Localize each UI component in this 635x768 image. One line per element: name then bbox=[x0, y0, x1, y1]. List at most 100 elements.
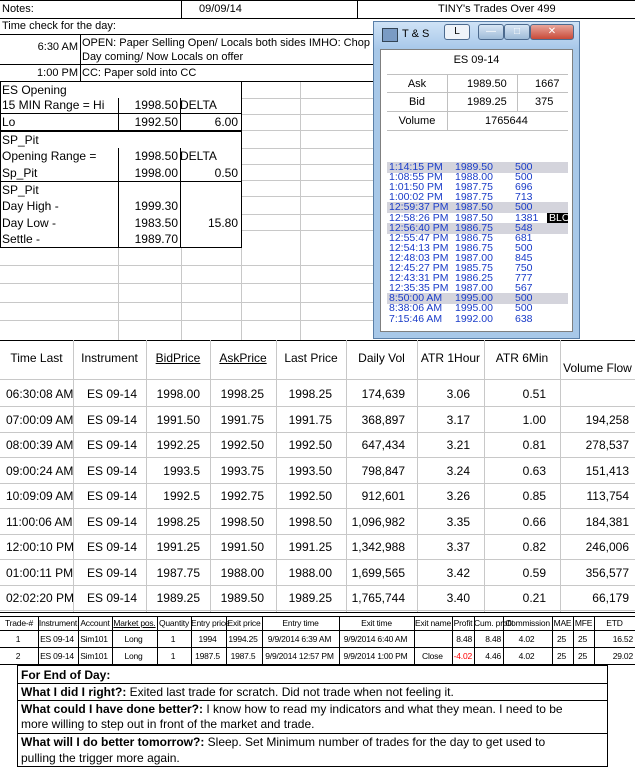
grid-line bbox=[300, 82, 301, 340]
tape-row[interactable]: 7:15:46 AM 1992.00 638 bbox=[387, 313, 568, 325]
day-high-label: Day High - bbox=[2, 199, 59, 213]
price-cell: 3.42 bbox=[446, 565, 470, 580]
price-cell: 1998.00 bbox=[156, 387, 200, 401]
trade-cell-entry-price: 1994 bbox=[198, 634, 217, 644]
trade-column-divider bbox=[226, 616, 227, 664]
price-cell: 0.63 bbox=[522, 463, 546, 478]
maximize-icon[interactable]: □ bbox=[504, 24, 530, 40]
quote-divider bbox=[517, 74, 518, 112]
eod-divider bbox=[17, 683, 608, 684]
column-divider bbox=[417, 340, 418, 612]
header-volume-flow: Volume Flow bbox=[563, 361, 632, 375]
price-cell: 1992.50 bbox=[220, 438, 264, 452]
trade-row-border bbox=[0, 647, 635, 648]
sp-pit-delta: 0.50 bbox=[214, 166, 238, 180]
price-cell: 11:00:06 AM bbox=[6, 514, 73, 529]
trade-header-commission: Commission bbox=[505, 618, 550, 628]
trade-cell-exit-time: 9/9/2014 6:40 AM bbox=[343, 634, 408, 644]
price-cell: 278,537 bbox=[585, 438, 629, 452]
header-bid-price: BidPrice bbox=[155, 351, 201, 365]
price-cell: ES 09-14 bbox=[87, 591, 138, 605]
row-border bbox=[0, 457, 635, 458]
eod-question-2: What could I have done better?: bbox=[21, 702, 204, 716]
price-cell: 3.26 bbox=[446, 489, 470, 503]
grid-line bbox=[241, 230, 373, 231]
trade-header-entry-time: Entry time bbox=[282, 618, 319, 628]
price-cell: 1991.50 bbox=[220, 540, 264, 554]
header-daily-vol: Daily Vol bbox=[358, 351, 405, 365]
trade-cell-cum-profit: 8.48 bbox=[485, 634, 501, 644]
grid-line bbox=[0, 320, 373, 321]
grid-line bbox=[181, 248, 182, 340]
header-instrument: Instrument bbox=[81, 351, 138, 365]
trade-header-profit: Profit bbox=[453, 618, 473, 628]
price-cell: 0.21 bbox=[522, 591, 546, 605]
range-hi: 1998.50 bbox=[134, 98, 178, 112]
day-low-label: Day Low - bbox=[2, 216, 57, 230]
price-cell: 1.00 bbox=[522, 412, 546, 427]
trade-header-mfe: MFE bbox=[574, 618, 593, 628]
price-cell: 09:00:24 AM bbox=[6, 463, 74, 478]
row-border bbox=[0, 559, 635, 560]
header-last-price: Last Price bbox=[284, 351, 338, 365]
range-label: 15 MIN Range = Hi bbox=[2, 98, 105, 112]
price-cell: 184,381 bbox=[585, 514, 629, 529]
time-and-sales-window[interactable]: T & S L — □ ✕ ES 09-14 Ask 1989.50 1667 … bbox=[373, 21, 580, 339]
price-cell: 10:09:09 AM bbox=[6, 489, 74, 503]
trade-cell-profit: 8.48 bbox=[456, 634, 472, 644]
eod-q2-line: What could I have done better?: I know h… bbox=[21, 702, 563, 716]
range-lo: 1992.50 bbox=[134, 115, 178, 129]
close-icon[interactable]: ✕ bbox=[530, 24, 574, 40]
header-time-last: Time Last bbox=[10, 351, 63, 365]
grid-line bbox=[241, 130, 373, 131]
column-divider bbox=[484, 340, 485, 612]
header-atr-1hour: ATR 1Hour bbox=[420, 351, 481, 365]
price-cell: 07:00:09 AM bbox=[6, 412, 74, 427]
trade-header-mae: MAE bbox=[553, 618, 572, 628]
minimize-icon[interactable]: — bbox=[478, 24, 504, 40]
grid-line bbox=[241, 98, 373, 99]
trade-column-divider bbox=[474, 616, 475, 664]
box-divider bbox=[118, 98, 119, 130]
price-cell: 0.82 bbox=[522, 540, 546, 554]
ts-title-bar[interactable]: T & S L — □ ✕ bbox=[374, 22, 579, 48]
trade-header-market-pos: Market pos. bbox=[113, 618, 156, 628]
link-button[interactable]: L bbox=[444, 24, 470, 40]
trade-column-divider bbox=[112, 616, 113, 664]
bid-label: Bid bbox=[409, 96, 425, 108]
box-divider bbox=[180, 98, 181, 130]
eod-question-1: What I did I right?: bbox=[21, 685, 127, 699]
column-divider bbox=[560, 340, 561, 612]
trade-header-instrument: Instrument bbox=[38, 618, 78, 628]
price-cell: 1993.50 bbox=[288, 463, 332, 478]
grid-line bbox=[241, 214, 373, 215]
price-cell: 3.17 bbox=[446, 412, 470, 427]
tape-list[interactable]: 1:14:15 PM 1989.50 500 1:08:55 PM 1988.00 500… bbox=[387, 162, 568, 326]
price-cell: 1,699,565 bbox=[351, 565, 405, 580]
price-cell: 1991.75 bbox=[220, 412, 264, 427]
price-cell: 1988.00 bbox=[220, 565, 264, 580]
price-cell: ES 09-14 bbox=[87, 540, 138, 554]
row-border bbox=[0, 406, 635, 407]
eod-answer-1: Exited last trade for scratch. Did not t… bbox=[126, 685, 454, 699]
trade-cell-trade-num: 1 bbox=[15, 634, 21, 644]
price-cell: 356,577 bbox=[585, 565, 629, 580]
grid-line bbox=[241, 196, 373, 197]
eod-divider bbox=[17, 700, 608, 701]
trade-cell-profit: -4.02 bbox=[453, 651, 473, 661]
row-border bbox=[0, 431, 635, 433]
notes-time-divider bbox=[80, 34, 81, 82]
box-divider bbox=[118, 148, 119, 247]
trade-header-trade-num: Trade-# bbox=[4, 618, 34, 628]
trade-cell-entry-time: 9/9/2014 12:57 PM bbox=[265, 651, 334, 661]
trade-cell-cum-profit: 4.46 bbox=[485, 651, 501, 661]
ts-window-title: T & S bbox=[402, 28, 430, 40]
day-low-value: 1983.50 bbox=[134, 216, 178, 230]
opening-range-label: Opening Range = bbox=[2, 149, 97, 163]
trade-header-exit-price: Exit price bbox=[227, 618, 261, 628]
price-cell: 647,434 bbox=[361, 438, 405, 452]
table-border bbox=[0, 340, 635, 341]
volume-value: 1765644 bbox=[485, 115, 528, 127]
eod-answer-3: Sleep. Set Minimum number of trades for … bbox=[204, 735, 546, 749]
note-2-text: CC: Paper sold into CC bbox=[82, 67, 197, 79]
